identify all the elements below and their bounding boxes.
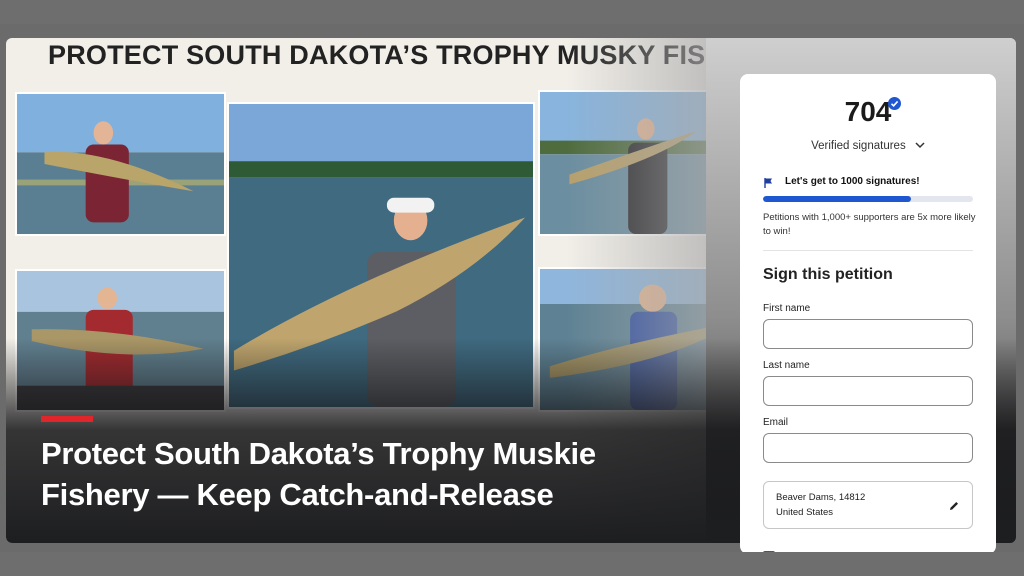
last-name-label: Last name <box>763 360 810 371</box>
headline: Protect South Dakota’s Trophy Muskie Fis… <box>41 433 681 515</box>
verified-signatures-toggle[interactable]: Verified signatures <box>740 140 996 152</box>
first-name-field[interactable] <box>763 319 973 349</box>
angler-photo-1 <box>15 92 226 236</box>
verified-signatures-label: Verified signatures <box>811 140 906 153</box>
last-name-field[interactable] <box>763 376 973 406</box>
chevron-down-icon <box>915 140 925 152</box>
signature-progress-bar <box>763 196 973 202</box>
location-city: Beaver Dams, 14812 <box>776 492 866 503</box>
headline-accent-bar <box>41 416 93 422</box>
signature-progress-fill <box>763 196 911 202</box>
email-field[interactable] <box>763 433 973 463</box>
flag-icon <box>763 176 775 188</box>
headline-line-1: Protect South Dakota’s Trophy Muskie <box>41 436 596 471</box>
first-name-label: First name <box>763 303 811 314</box>
divider <box>763 250 973 251</box>
top-letterbox <box>0 0 1024 24</box>
signature-count-row: 704 <box>740 96 996 128</box>
verified-badge-icon <box>888 97 901 110</box>
headline-line-2: Fishery — Keep Catch-and-Release <box>41 477 554 512</box>
sign-petition-title: Sign this petition <box>763 266 893 283</box>
location-country: United States <box>776 507 834 518</box>
location-box[interactable]: Beaver Dams, 14812 United States <box>763 481 973 529</box>
bottom-letterbox <box>0 552 1024 576</box>
signature-count: 704 <box>844 96 892 127</box>
signature-goal: Let's get to 1000 signatures! <box>785 176 920 187</box>
goal-note: Petitions with 1,000+ supporters are 5x … <box>763 212 976 237</box>
pencil-icon[interactable] <box>948 499 960 511</box>
email-label: Email <box>763 417 789 428</box>
petition-panel: 704 Verified signatures Let's get to 100… <box>740 74 996 557</box>
